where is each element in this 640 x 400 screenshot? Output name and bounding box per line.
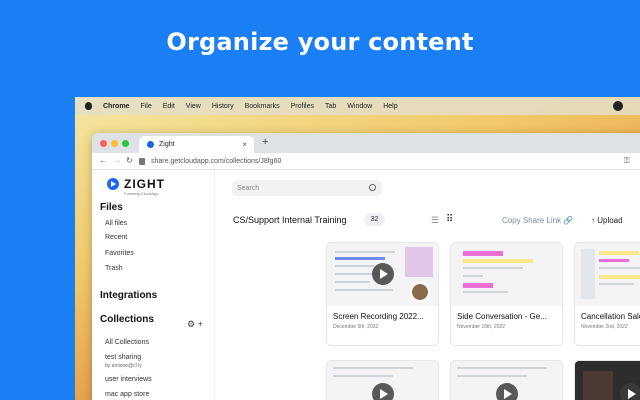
play-icon[interactable] (496, 383, 518, 400)
menu-help[interactable]: Help (383, 103, 397, 110)
sidebar-item-integrations[interactable]: Integrations (100, 290, 157, 301)
tab-strip: Zight × + (92, 133, 640, 153)
collection-owner: by amione@cl.ly (105, 363, 142, 369)
file-card[interactable] (574, 360, 640, 400)
play-icon[interactable] (372, 263, 394, 285)
file-card[interactable]: Side Conversation - Ge... November 16th,… (450, 242, 563, 346)
sidebar-item-all-files[interactable]: All files (105, 220, 127, 227)
forward-arrow-icon[interactable]: → (113, 156, 121, 165)
zight-menubar-icon[interactable] (613, 101, 623, 111)
app-content: ZIGHT Formerly CloudApp Files All files … (92, 170, 640, 400)
play-icon[interactable] (372, 383, 394, 400)
url-text: share.getcloudapp.com/collections/J8fg60 (151, 158, 282, 165)
card-title: Screen Recording 2022... (333, 312, 424, 321)
main-panel: Search CS/Support Internal Training 32 ☰… (216, 170, 640, 400)
copy-share-link-button[interactable]: Copy Share Link 🔗 (502, 216, 573, 225)
back-arrow-icon[interactable]: ← (99, 156, 107, 165)
sidebar-item-favorites[interactable]: Favorites (105, 250, 134, 257)
card-date: December 5th, 2022 (333, 324, 379, 330)
logo-subtitle: Formerly CloudApp (124, 191, 159, 196)
sidebar-item-user-interviews[interactable]: user interviews (105, 376, 152, 383)
file-card[interactable] (326, 360, 439, 400)
tab-close-icon[interactable]: × (242, 140, 247, 149)
sidebar: ZIGHT Formerly CloudApp Files All files … (92, 170, 215, 400)
address-bar[interactable]: share.getcloudapp.com/collections/J8fg60 (139, 155, 559, 168)
file-thumbnail (451, 243, 562, 306)
search-input[interactable]: Search (232, 180, 382, 196)
close-window-button[interactable] (100, 140, 107, 147)
search-placeholder: Search (237, 184, 260, 192)
desktop: Chrome File Edit View History Bookmarks … (75, 97, 640, 400)
logo-text: ZIGHT (124, 177, 165, 191)
minimize-window-button[interactable] (111, 140, 118, 147)
menu-view[interactable]: View (186, 103, 201, 110)
file-thumbnail (575, 243, 640, 306)
menu-tab[interactable]: Tab (325, 103, 336, 110)
zight-logo-icon (107, 178, 119, 190)
collections-actions: ⚙ + (187, 319, 203, 330)
grid-view-icon[interactable]: ⠿ (446, 214, 453, 225)
mac-menubar: Chrome File Edit View History Bookmarks … (75, 97, 640, 115)
sidebar-item-trash[interactable]: Trash (105, 265, 123, 272)
upload-button[interactable]: ↑ Upload (591, 216, 623, 225)
item-count-badge: 32 (364, 213, 385, 226)
menubar-app-name[interactable]: Chrome (103, 103, 129, 110)
key-icon[interactable]: ⚿ (624, 156, 630, 166)
browser-toolbar: ← → ↻ share.getcloudapp.com/collections/… (92, 153, 640, 170)
card-date: November 2nd, 2022 (581, 324, 628, 330)
sidebar-item-test-sharing[interactable]: test sharing (105, 354, 141, 361)
file-card[interactable]: Screen Recording 2022... December 5th, 2… (326, 242, 439, 346)
menu-history[interactable]: History (212, 103, 234, 110)
file-card[interactable]: Cancellation Sales Han... November 2nd, … (574, 242, 640, 346)
play-icon[interactable] (620, 383, 640, 400)
list-view-icon[interactable]: ☰ (431, 215, 439, 226)
menu-edit[interactable]: Edit (163, 103, 175, 110)
file-thumbnail (327, 243, 438, 306)
zoom-window-button[interactable] (122, 140, 129, 147)
sidebar-item-all-collections[interactable]: All Collections (105, 339, 149, 346)
sidebar-item-recent[interactable]: Recent (105, 234, 127, 241)
files-heading: Files (100, 202, 123, 213)
card-date: November 16th, 2022 (457, 324, 506, 330)
webcam-avatar (410, 282, 430, 302)
menu-bookmarks[interactable]: Bookmarks (245, 103, 280, 110)
lock-icon (139, 158, 145, 165)
browser-tab-zight[interactable]: Zight × (139, 136, 254, 153)
zight-logo[interactable]: ZIGHT (107, 177, 165, 191)
search-icon[interactable] (369, 184, 376, 191)
collections-heading: Collections (100, 314, 154, 325)
zight-favicon-icon (147, 141, 154, 148)
card-title: Cancellation Sales Han... (581, 312, 640, 321)
apple-icon[interactable] (85, 102, 92, 110)
menu-file[interactable]: File (140, 103, 151, 110)
headline: Organize your content (166, 28, 474, 56)
new-tab-button[interactable]: + (262, 136, 268, 148)
menu-profiles[interactable]: Profiles (291, 103, 314, 110)
reload-icon[interactable]: ↻ (126, 156, 133, 165)
card-title: Side Conversation - Ge... (457, 312, 547, 321)
add-collection-icon[interactable]: + (198, 319, 203, 329)
collection-title: CS/Support Internal Training (233, 215, 347, 225)
browser-window: Zight × + ← → ↻ share.getcloudapp.com/co… (92, 133, 640, 400)
settings-gear-icon[interactable]: ⚙ (187, 319, 195, 329)
menu-window[interactable]: Window (347, 103, 372, 110)
tab-title: Zight (159, 141, 175, 148)
file-card[interactable] (450, 360, 563, 400)
sidebar-item-mac-app-store[interactable]: mac app store (105, 391, 149, 398)
